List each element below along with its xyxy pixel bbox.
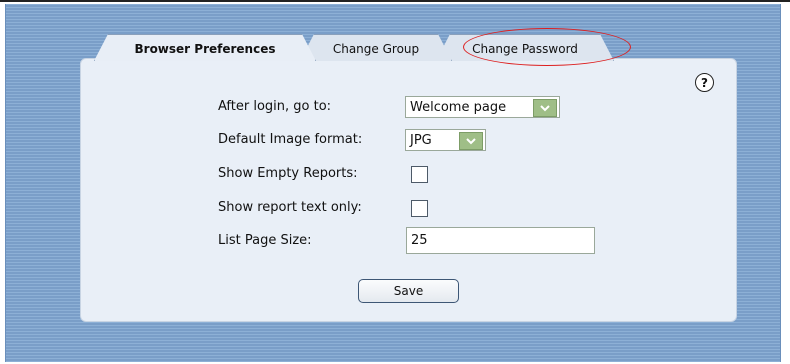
show-text-only-checkbox[interactable] xyxy=(411,200,428,217)
help-icon[interactable]: ? xyxy=(695,73,714,92)
chevron-down-icon[interactable] xyxy=(533,99,557,117)
chevron-down-icon[interactable] xyxy=(459,132,483,150)
list-page-size-label: List Page Size: xyxy=(218,233,312,248)
tab-label: Browser Preferences xyxy=(134,42,276,56)
tab-change-group[interactable]: Change Group xyxy=(300,34,452,61)
list-page-size-input[interactable] xyxy=(406,227,595,254)
show-text-only-label: Show report text only: xyxy=(218,200,362,215)
help-symbol: ? xyxy=(701,75,708,90)
tab-browser-preferences[interactable]: Browser Preferences xyxy=(94,34,316,61)
top-border-line xyxy=(0,0,790,2)
show-empty-reports-label: Show Empty Reports: xyxy=(218,166,358,181)
after-login-label: After login, go to: xyxy=(218,99,332,114)
tab-change-password[interactable]: Change Password xyxy=(436,34,614,61)
image-format-value: JPG xyxy=(410,132,432,148)
image-format-label: Default Image format: xyxy=(218,132,363,147)
tab-label: Change Password xyxy=(472,42,578,56)
save-button[interactable]: Save xyxy=(358,279,459,303)
after-login-select[interactable]: Welcome page xyxy=(405,96,560,118)
save-label: Save xyxy=(393,284,424,298)
image-format-select[interactable]: JPG xyxy=(405,129,486,151)
after-login-value: Welcome page xyxy=(410,99,507,115)
tab-label: Change Group xyxy=(332,42,420,56)
show-empty-reports-checkbox[interactable] xyxy=(411,166,428,183)
